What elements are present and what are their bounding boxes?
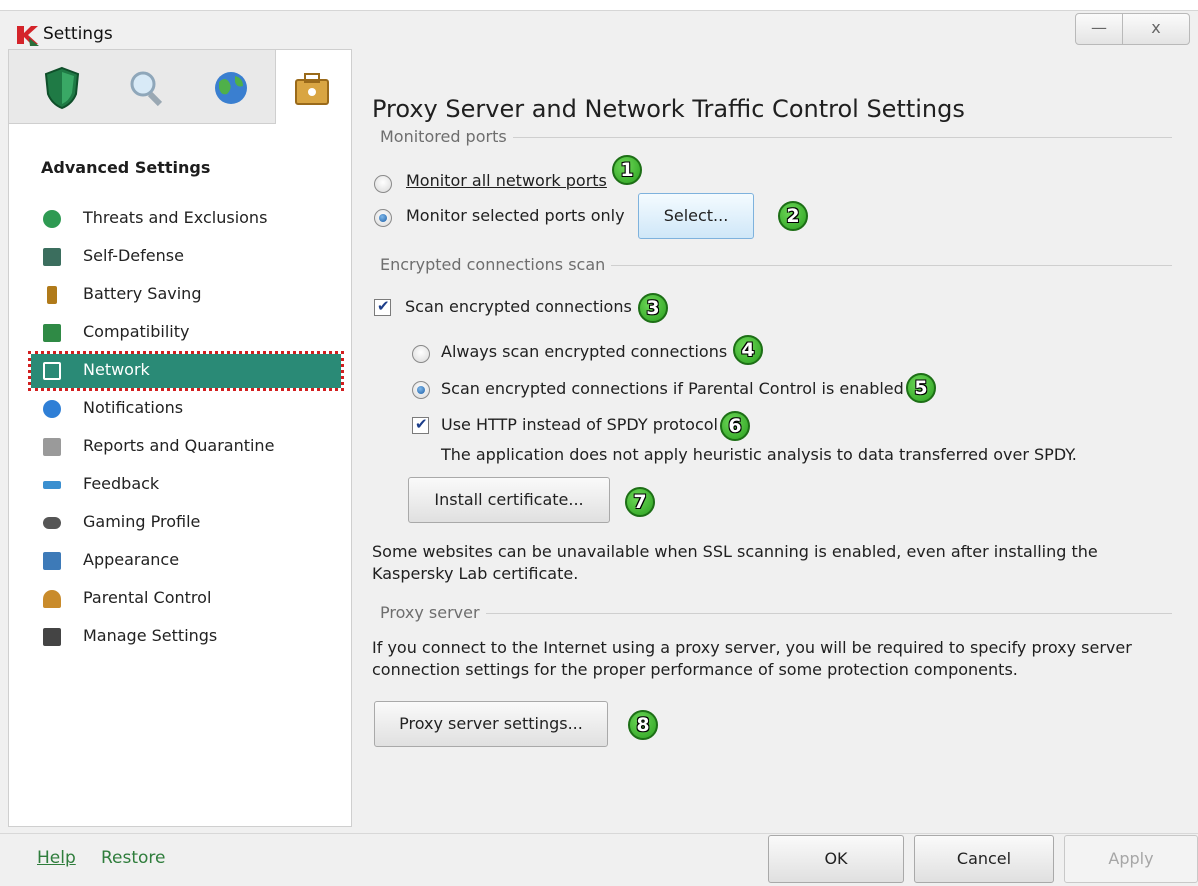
sidebar-item-label: Threats and Exclusions [83,208,268,227]
battery-icon [47,286,57,304]
use-http-checkbox[interactable] [412,415,429,434]
monitor-selected-ports-label[interactable]: Monitor selected ports only [406,206,625,225]
callout-badge-8: 8 [628,710,658,740]
globe-icon[interactable] [211,66,251,110]
arrows-icon [43,481,61,489]
cancel-button[interactable]: Cancel [914,835,1054,883]
spdy-note: The application does not apply heuristic… [441,445,1077,464]
minimize-button[interactable]: — [1075,13,1123,45]
proxy-server-section-label: Proxy server [372,603,486,622]
scan-if-parental-label[interactable]: Scan encrypted connections if Parental C… [441,379,904,398]
sidebar-item-feedback[interactable]: Feedback [31,468,341,502]
restore-link[interactable]: Restore [101,848,166,868]
sidebar-item-label: Feedback [83,474,160,493]
proxy-server-note: If you connect to the Internet using a p… [372,638,1132,679]
install-certificate-button[interactable]: Install certificate... [408,477,610,523]
shield-icon[interactable] [42,66,82,110]
sidebar-item-label: Battery Saving [83,284,202,303]
toolbox-icon[interactable] [292,66,332,110]
ssl-warning-text: Some websites can be unavailable when SS… [372,542,1098,583]
always-scan-label[interactable]: Always scan encrypted connections [441,342,727,361]
callout-badge-1: 1 [612,155,642,185]
window-icon [43,552,61,570]
callout-badge-2: 2 [778,201,808,231]
proxy-server-settings-button[interactable]: Proxy server settings... [374,701,608,747]
icon-tab-strip [9,50,353,124]
sidebar-item-manage-settings[interactable]: Manage Settings [31,620,341,654]
sidebar-item-label: Notifications [83,398,184,417]
sidebar-item-label: Appearance [83,550,180,569]
sidebar-item-label: Parental Control [83,588,212,607]
info-icon [43,400,61,418]
kaspersky-logo-icon [17,26,39,46]
compatibility-check-icon [43,324,61,342]
sidebar-item-reports-and-quarantine[interactable]: Reports and Quarantine [31,430,341,464]
select-ports-button[interactable]: Select... [638,193,754,239]
sidebar-item-network[interactable]: Network [28,351,344,391]
use-http-label[interactable]: Use HTTP instead of SPDY protocol [441,415,718,434]
sidebar-item-compatibility[interactable]: Compatibility [31,316,341,350]
sidebar-item-label: Self-Defense [83,246,184,265]
sidebar-item-label: Gaming Profile [83,512,201,531]
scan-encrypted-label[interactable]: Scan encrypted connections [405,297,632,316]
sidebar-item-gaming-profile[interactable]: Gaming Profile [31,506,341,540]
shield-k-icon [43,248,61,266]
apply-button[interactable]: Apply [1064,835,1198,883]
search-icon[interactable] [127,66,167,110]
sidebar-item-threats-and-exclusions[interactable]: Threats and Exclusions [31,202,341,236]
monitor-all-ports-radio[interactable] [374,175,392,193]
sidebar-item-appearance[interactable]: Appearance [31,544,341,578]
window-title: Settings [43,24,113,44]
monitor-selected-ports-radio[interactable] [374,209,392,227]
monitored-ports-section-label: Monitored ports [372,127,513,146]
floppy-icon [43,628,61,646]
sidebar-item-label: Manage Settings [83,626,218,645]
sidebar: Advanced Settings Threats and Exclusions… [8,49,352,827]
advanced-settings-heading: Advanced Settings [41,158,211,177]
page-title: Proxy Server and Network Traffic Control… [372,95,965,123]
sidebar-item-self-defense[interactable]: Self-Defense [31,240,341,274]
sidebar-item-label: Reports and Quarantine [83,436,275,455]
callout-badge-7: 7 [625,487,655,517]
check-circle-icon [43,210,61,228]
sidebar-item-battery-saving[interactable]: Battery Saving [31,278,341,312]
scan-encrypted-checkbox[interactable] [374,297,391,316]
callout-badge-5: 5 [906,373,936,403]
monitor-all-ports-label[interactable]: Monitor all network ports [406,171,607,190]
sidebar-item-label: Network [83,360,150,379]
help-link[interactable]: Help [37,848,76,868]
sidebar-item-parental-control[interactable]: Parental Control [31,582,341,616]
sidebar-item-label: Compatibility [83,322,190,341]
close-button[interactable]: x [1122,13,1190,45]
ok-button[interactable]: OK [768,835,904,883]
parent-icon [43,590,61,608]
scan-if-parental-radio[interactable] [412,381,430,399]
settings-window: Settings — x Advanced Settings Threats a… [0,10,1198,886]
callout-badge-3: 3 [638,293,668,323]
always-scan-radio[interactable] [412,345,430,363]
report-icon [43,438,61,456]
encrypted-scan-section-label: Encrypted connections scan [372,255,612,274]
network-icon [43,362,61,380]
sidebar-item-notifications[interactable]: Notifications [31,392,341,426]
gamepad-icon [43,517,61,529]
callout-badge-6: 6 [720,411,750,441]
callout-badge-4: 4 [733,335,763,365]
